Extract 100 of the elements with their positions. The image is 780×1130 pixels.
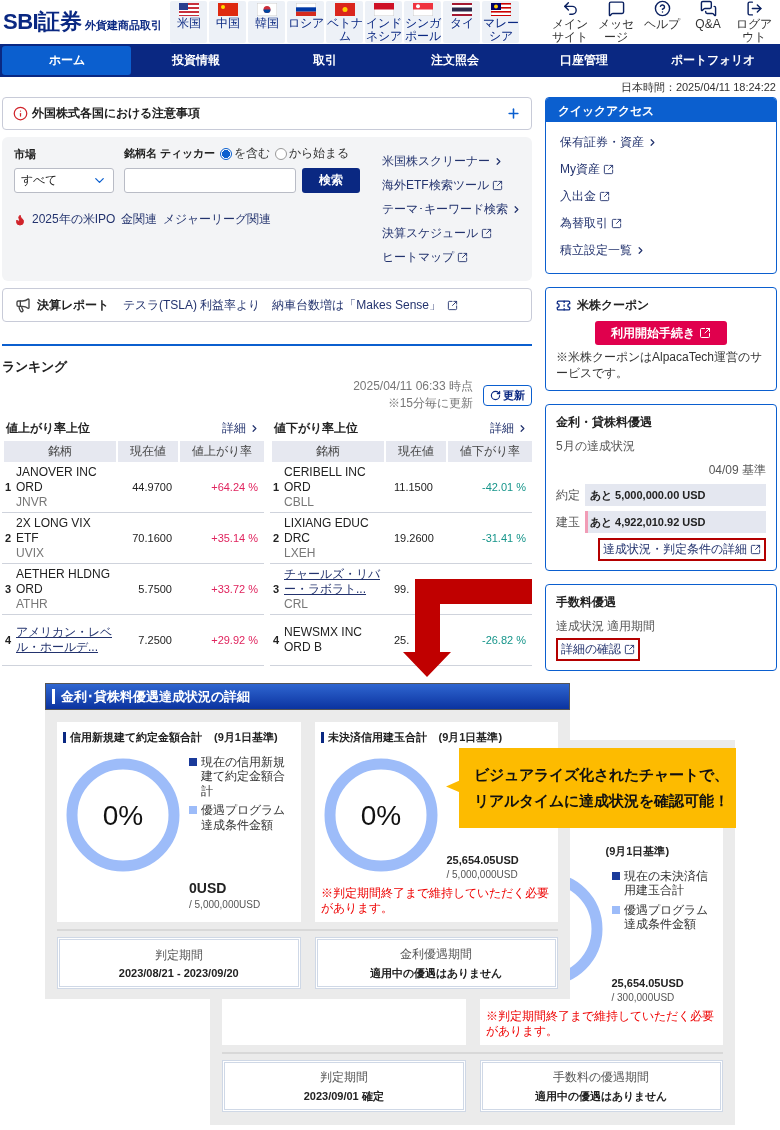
details-link[interactable]: 詳細の確認 [556, 638, 640, 662]
stock-name: ORD [16, 581, 44, 597]
toolbar-button[interactable]: ログアウト [731, 0, 777, 44]
period-label: 判定期間 [319, 1068, 368, 1086]
rank-cell: 2 [2, 513, 16, 564]
country-button[interactable]: ベトナム [326, 1, 364, 43]
tool-link[interactable]: ヒートマップ [382, 249, 522, 266]
country-button[interactable]: 米国 [170, 1, 208, 43]
ticker: ATHR [16, 596, 49, 612]
bar-label: 約定 [556, 486, 581, 504]
quick-link[interactable]: 保有証券・資産 [560, 134, 762, 151]
status-subtitle: 達成状況 適用期間 [556, 618, 657, 636]
card-title: 金利・貸株料優遇 [556, 414, 652, 432]
tool-link[interactable]: 海外ETF検索ツール [382, 177, 522, 194]
quick-link[interactable]: 入出金 [560, 188, 762, 205]
flag-icon [412, 3, 433, 16]
country-button[interactable]: シンガポール [404, 1, 442, 43]
report-link[interactable]: テスラ(TSLA) 利益率より 納車台数増は「Makes Sense」 [123, 296, 459, 314]
panel-title: 金利･貸株料優遇達成状況の詳細 [61, 687, 250, 706]
flag-icon [217, 3, 238, 16]
country-button[interactable]: タイ [443, 1, 481, 43]
tool-link[interactable]: 米国株スクリーナー [382, 153, 522, 170]
stock-name: CERIBELL INC [284, 464, 367, 480]
stock-link[interactable]: チャールズ・リバ [284, 566, 384, 582]
table-title: 値上がり率上位 [6, 420, 90, 437]
price-cell: 11.1500 [384, 462, 446, 513]
details-link[interactable]: 詳細 [490, 420, 528, 437]
details-link[interactable]: 達成状況・判定条件の詳細 [598, 538, 766, 562]
tag-link[interactable]: 金関連 [121, 211, 158, 228]
market-select[interactable]: すべて [14, 168, 114, 193]
ticker: UVIX [16, 545, 45, 561]
country-button[interactable]: ロシア [287, 1, 325, 43]
logo[interactable]: SBI証券 [3, 7, 82, 37]
plus-icon[interactable] [506, 106, 521, 121]
search-button[interactable]: 検索 [302, 168, 360, 193]
percent-label: 0% [102, 800, 144, 831]
country-button[interactable]: インドネシア [365, 1, 403, 43]
quick-link[interactable]: My資産 [560, 161, 762, 178]
refresh-button[interactable]: 更新 [483, 384, 532, 406]
stock-link[interactable]: ー・ラボラト... [284, 581, 384, 597]
toolbar-button[interactable]: メッセージ [593, 0, 639, 44]
card-title: 米株クーポン [577, 297, 649, 314]
column-header: 値下がり率 [446, 441, 532, 462]
nav-tab[interactable]: 取引 [260, 46, 390, 75]
flag-icon [490, 3, 511, 16]
chevron-right-icon [249, 423, 260, 434]
stock-link[interactable]: アメリカン・レベ [16, 625, 116, 640]
start-button[interactable]: 利用開始手続き [595, 321, 727, 345]
legend-label: 現在の未決済信用建玉合計 [623, 869, 709, 898]
column-header: 銘柄 [2, 441, 116, 462]
quick-link[interactable]: 為替取引 [560, 215, 762, 232]
stock-name: AETHER HLDNG [16, 566, 111, 582]
card-title: 未決済信用建玉合計 [327, 730, 427, 745]
tag-link[interactable]: メジャーリーグ関連 [163, 211, 272, 228]
table-title: 値下がり率上位 [274, 420, 358, 437]
toolbar-button[interactable]: Q&A [685, 0, 731, 44]
chat-bubbles-icon [699, 0, 717, 18]
nav-tab[interactable]: 注文照会 [390, 46, 520, 75]
basis-date: (9月1日基準) [438, 730, 503, 745]
change-cell: +35.14 % [178, 513, 264, 564]
country-button[interactable]: 韓国 [248, 1, 286, 43]
radio-option[interactable]: を含む [220, 145, 271, 162]
period-label: 判定期間 [154, 947, 203, 964]
details-link[interactable]: 詳細 [222, 420, 260, 437]
period-value: 2023/08/21 - 2023/09/20 [118, 967, 239, 979]
remaining-amount: あと 5,000,000.00 USD [589, 487, 706, 503]
country-button[interactable]: 中国 [209, 1, 247, 43]
external-link-icon [699, 327, 711, 339]
country-button[interactable]: マレーシア [482, 1, 520, 43]
logout-icon [745, 0, 763, 18]
external-link-icon [447, 299, 459, 311]
remaining-amount: あと 4,922,010.92 USD [589, 514, 706, 530]
nav-tab[interactable]: ホーム [2, 46, 132, 75]
toolbar-button[interactable]: ヘルプ [639, 0, 685, 44]
help-icon [653, 0, 671, 18]
stock-name: ORD [284, 479, 312, 495]
radio-option[interactable]: から始まる [275, 145, 350, 162]
toolbar-button[interactable]: メインサイト [547, 0, 593, 44]
period-label: 手数料の優遇期間 [553, 1068, 650, 1086]
percent-label: 0% [360, 800, 401, 831]
quick-link[interactable]: 積立設定一覧 [560, 242, 762, 259]
nav-tab[interactable]: ポートフォリオ [648, 46, 778, 75]
message-icon [607, 0, 625, 18]
nav-tab[interactable]: 投資情報 [131, 46, 261, 75]
stock-name: NEWSMX INC [284, 625, 363, 640]
basis-date: (9月1日基準) [214, 730, 278, 745]
nav-tab[interactable]: 口座管理 [519, 46, 649, 75]
stock-link[interactable]: ル・ホールデ... [16, 640, 116, 655]
external-link-icon [750, 544, 761, 556]
rank-cell: 3 [2, 564, 16, 615]
price-cell: 19.2600 [384, 513, 446, 564]
site-subtitle: 外貨建商品取引 [85, 17, 163, 33]
tool-link[interactable]: テーマ･キーワード検索 [382, 201, 522, 218]
callout-note: ビジュアライズ化されたチャートで、 リアルタイムに達成状況を確認可能！ [446, 748, 736, 828]
ticker-input[interactable] [124, 168, 296, 193]
tag-link[interactable]: 2025年の米IPO [32, 211, 116, 228]
rank-cell: 1 [2, 462, 16, 513]
external-link-icon [457, 252, 468, 263]
tool-link[interactable]: 決算スケジュール [382, 225, 522, 242]
stock-name: DRC [284, 530, 311, 546]
